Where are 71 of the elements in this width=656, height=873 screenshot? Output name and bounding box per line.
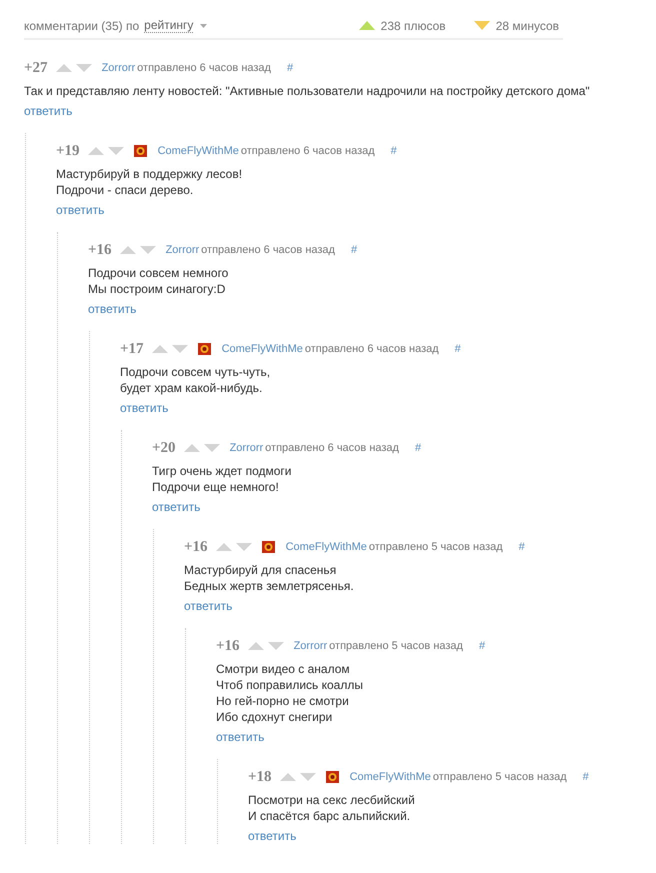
triangle-down-icon [474,21,490,30]
post-time: отправлено 6 часов назад [240,145,375,157]
post-time: отправлено 6 часов назад [201,244,335,256]
downvote-button[interactable] [236,543,252,551]
permalink[interactable]: # [414,442,422,454]
comment-rating: +16 [88,242,112,258]
permalink[interactable]: # [350,244,358,256]
comment-text: Тигр очень ждет подмоги Подрочи еще немного! [152,463,292,495]
permalink[interactable]: # [390,145,397,157]
permalink[interactable]: # [582,771,589,783]
author-link[interactable]: Zorrorr [294,640,328,652]
comment-text: Смотри видео с аналом Чтоб поправились коаллы Но гей-порно не смотри Ибо сдохнут снегири [216,661,363,725]
triangle-up-icon [358,21,375,30]
permalink[interactable]: # [478,640,486,652]
reply-link[interactable]: ответить [120,400,168,416]
reply-link[interactable]: ответить [56,202,104,218]
downvote-button[interactable] [268,642,284,650]
sort-dropdown[interactable]: рейтингу [144,18,194,33]
permalink[interactable]: # [286,62,294,74]
comment-rating: +20 [152,440,176,456]
comment-rating: +18 [248,768,272,786]
post-time: отправлено 6 часов назад [137,62,271,74]
reply-link[interactable]: ответить [88,301,136,317]
downvote-button[interactable] [300,773,316,781]
post-time: отправлено 6 часов назад [304,343,439,355]
author-link[interactable]: ComeFlyWithMe [286,541,367,553]
post-time: отправлено 5 часов назад [329,640,463,652]
caret-icon [200,24,208,28]
author-link[interactable]: ComeFlyWithMe [158,145,239,157]
author-link[interactable]: Zorrorr [230,442,264,454]
upvote-button[interactable] [120,246,136,254]
pluses-count: 238 плюсов [380,18,446,32]
author-link[interactable]: Zorrorr [102,62,136,74]
reply-link[interactable]: ответить [184,598,232,614]
comment-text: Так и представляю ленту новостей: "Активные пользователи надрочили на постройку детского дома" [24,83,590,99]
reply-link[interactable]: ответить [24,103,72,119]
upvote-button[interactable] [88,147,104,155]
comment-text: Посмотри на секс лесбийский И спасётся барс альпийский. [248,792,415,824]
downvote-button[interactable] [108,147,124,155]
comment-text: Мастурбируй в поддержку лесов! Подрочи - спаси дерево. [56,166,242,198]
comment-text: Мастурбируй для спасенья Бедных жертв землетрясенья. [184,562,354,594]
reply-link[interactable]: ответить [152,499,200,515]
upvote-button[interactable] [152,345,168,353]
upvote-button[interactable] [56,64,72,72]
upvote-button[interactable] [248,642,264,650]
minuses-count: 28 минусов [496,18,559,32]
author-link[interactable]: Zorrorr [166,244,200,256]
reply-link[interactable]: ответить [216,729,264,745]
author-link[interactable]: ComeFlyWithMe [222,343,303,355]
upvote-button[interactable] [216,543,232,551]
permalink[interactable]: # [518,541,525,553]
downvote-button[interactable] [140,246,156,254]
comment-rating: +16 [184,538,208,556]
permalink[interactable]: # [454,343,461,355]
post-time: отправлено 6 часов назад [265,442,399,454]
comment-text: Подрочи совсем немного Мы построим синагогу:D [88,265,228,297]
upvote-button[interactable] [184,444,200,452]
comment-text: Подрочи совсем чуть-чуть, будет храм какой-нибудь. [120,364,270,396]
comment-rating: +16 [216,638,240,654]
comment-rating: +17 [120,340,144,358]
downvote-button[interactable] [76,64,92,72]
author-link[interactable]: ComeFlyWithMe [350,771,431,783]
downvote-button[interactable] [172,345,188,353]
upvote-button[interactable] [280,773,296,781]
comments-count: комментарии (35) по [24,18,140,32]
reply-link[interactable]: ответить [248,828,296,844]
post-time: отправлено 5 часов назад [368,541,503,553]
downvote-button[interactable] [204,444,220,452]
comment-rating: +19 [56,142,80,160]
comment-rating: +27 [24,60,48,76]
post-time: отправлено 5 часов назад [432,771,567,783]
